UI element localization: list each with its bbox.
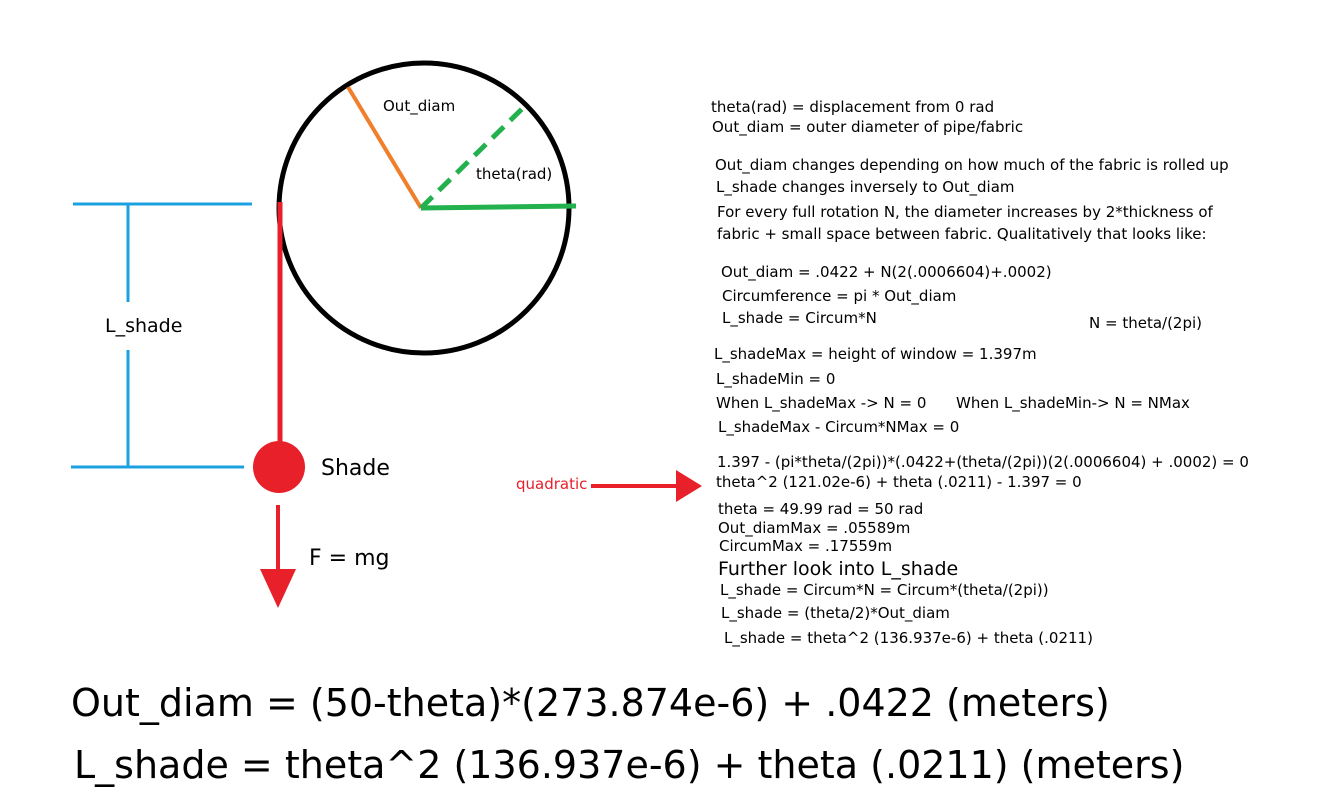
further-eq2: L_shade = (theta/2)*Out_diam (721, 604, 950, 622)
result-theta: theta = 49.99 rad = 50 rad (718, 500, 924, 518)
note-out-diam-changes: Out_diam changes depending on how much o… (715, 156, 1229, 174)
force-arrow-head (260, 569, 296, 608)
eq-when-max: When L_shadeMax -> N = 0 (716, 394, 927, 412)
further-heading: Further look into L_shade (718, 558, 959, 580)
note-rotation-line2: fabric + small space between fabric. Qua… (717, 225, 1207, 243)
out-diam-label: Out_diam (383, 97, 456, 115)
rotated-radius-dashed (419, 102, 529, 210)
eq-nmax: L_shadeMax - Circum*NMax = 0 (718, 418, 960, 436)
eq-l-shade: L_shade = Circum*N (722, 309, 877, 327)
eq-n: N = theta/(2pi) (1089, 314, 1203, 332)
eq-out-diam: Out_diam = .0422 + N(2(.0006604)+.0002) (721, 263, 1052, 281)
final-l-shade-equation: L_shade = theta^2 (136.937e-6) + theta (… (74, 743, 1185, 787)
eq-quadratic-expanded: 1.397 - (pi*theta/(2pi))*(.0422+(theta/(… (717, 453, 1249, 471)
further-eq1: L_shade = Circum*N = Circum*(theta/(2pi)… (720, 581, 1049, 599)
theta-label: theta(rad) (476, 165, 553, 183)
note-rotation-line1: For every full rotation N, the diameter … (717, 203, 1213, 221)
further-eq3: L_shade = theta^2 (136.937e-6) + theta (… (724, 629, 1093, 647)
eq-l-shade-min: L_shadeMin = 0 (716, 370, 836, 388)
note-out-diam-definition: Out_diam = outer diameter of pipe/fabric (712, 118, 1024, 136)
quadratic-arrow-head (676, 470, 702, 502)
final-out-diam-equation: Out_diam = (50-theta)*(273.874e-6) + .04… (71, 681, 1110, 725)
reference-radius (420, 203, 577, 211)
force-label: F = mg (309, 546, 390, 571)
result-out-diam-max: Out_diamMax = .05589m (718, 519, 911, 537)
eq-circumference: Circumference = pi * Out_diam (722, 287, 957, 305)
eq-when-min: When L_shadeMin-> N = NMax (956, 394, 1190, 412)
note-theta-definition: theta(rad) = displacement from 0 rad (711, 98, 995, 116)
shade-label: Shade (321, 456, 390, 481)
l-shade-label: L_shade (105, 315, 183, 337)
result-circum-max: CircumMax = .17559m (719, 537, 893, 555)
quadratic-label: quadratic (516, 475, 588, 493)
note-l-shade-inverse: L_shade changes inversely to Out_diam (716, 178, 1015, 196)
eq-l-shade-max: L_shadeMax = height of window = 1.397m (714, 345, 1037, 363)
eq-quadratic: theta^2 (121.02e-6) + theta (.0211) - 1.… (716, 473, 1082, 491)
shade-weight (253, 441, 305, 493)
